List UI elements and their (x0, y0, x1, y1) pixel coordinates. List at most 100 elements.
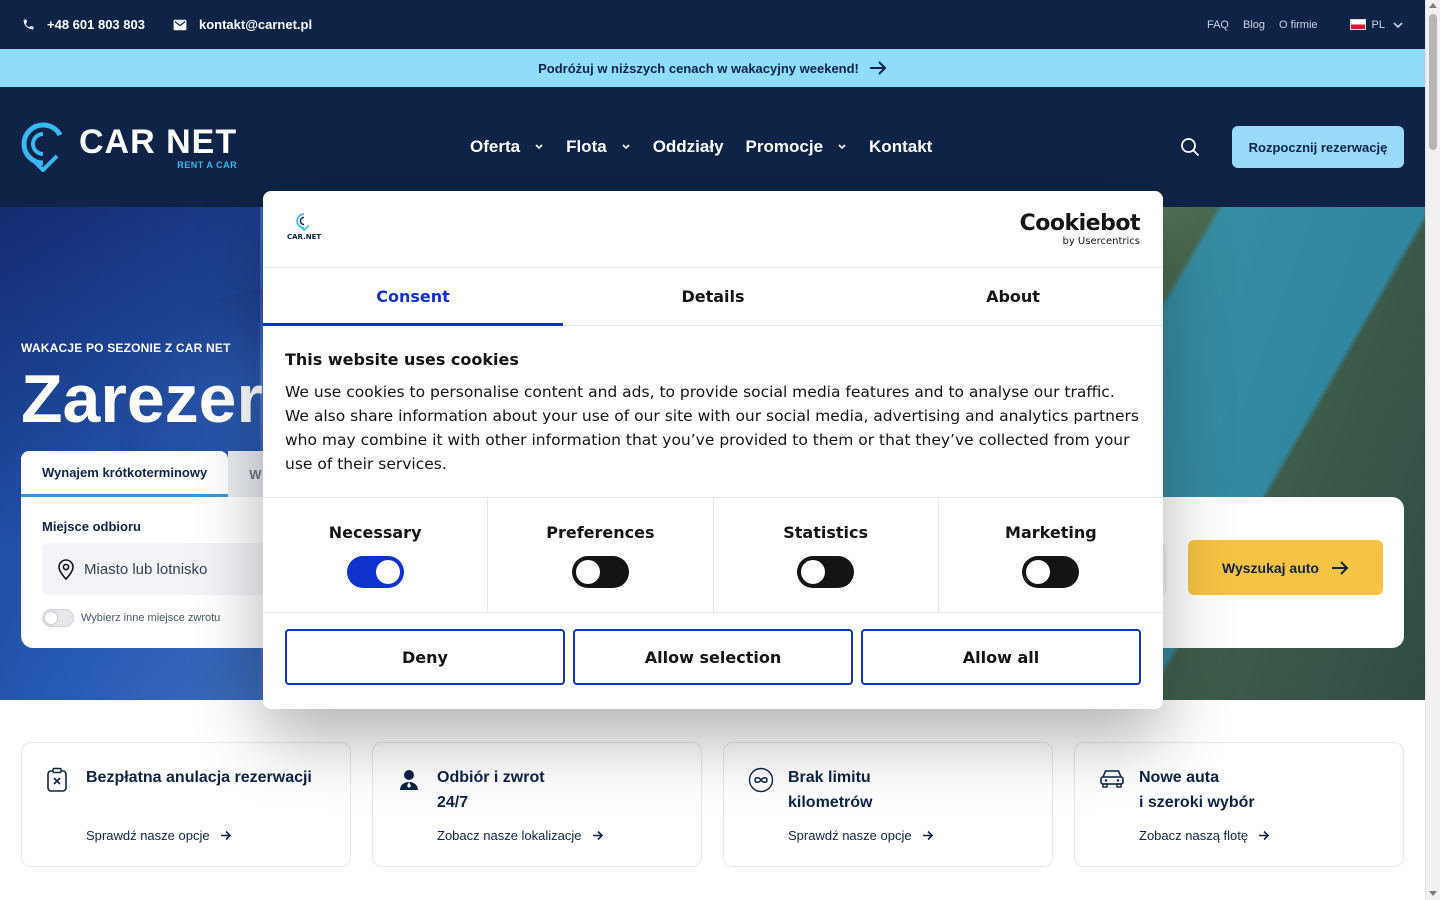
tab-details[interactable]: Details (563, 268, 863, 325)
nav-label: Flota (566, 137, 607, 156)
language-code: PL (1371, 18, 1385, 31)
features-row: Bezpłatna anulacja rezerwacji Sprawdź na… (21, 742, 1404, 867)
mail-icon (173, 19, 187, 30)
feature-card-pickup-return: Odbiór i zwrot 24/7 Zobacz nasze lokaliz… (372, 742, 702, 867)
email-address: kontakt@carnet.pl (198, 17, 313, 32)
cookie-tabs: Consent Details About (263, 268, 1163, 326)
feature-link[interactable]: Sprawdź nasze opcje (86, 828, 232, 843)
nav-item-branches[interactable]: Oddziały (653, 137, 724, 157)
tab-short-term[interactable]: Wynajem krótkoterminowy (21, 451, 229, 497)
nav-label: Oferta (470, 137, 521, 156)
cookie-body-text: We use cookies to personalise content an… (285, 383, 1139, 473)
carnet-logo[interactable]: CAR NET RENT A CAR (21, 122, 237, 172)
phone-icon (23, 19, 34, 30)
cookie-dialog-header: CAR.NET Cookiebot by Usercentrics (263, 191, 1163, 268)
feature-title: Odbiór i zwrot 24/7 (437, 769, 545, 811)
nav-item-contact[interactable]: Kontakt (869, 137, 932, 157)
pickup-label: Miejsce odbioru (42, 519, 141, 534)
faq-link[interactable]: FAQ (1207, 19, 1229, 31)
start-reservation-button[interactable]: Rozpocznij rezerwację (1232, 126, 1404, 168)
feature-title: Nowe auta i szeroki wybór (1139, 769, 1255, 811)
language-selector[interactable]: PL (1332, 19, 1403, 31)
arrow-right-icon (922, 830, 933, 841)
category-label: Marketing (1005, 523, 1097, 542)
nav-item-offer[interactable]: Oferta (470, 137, 544, 157)
feature-link-label: Sprawdź nasze opcje (86, 828, 210, 843)
marketing-toggle[interactable] (1022, 556, 1080, 588)
chevron-down-icon (622, 144, 630, 150)
return-switch[interactable] (42, 609, 74, 627)
main-nav: Oferta Flota Oddziały Promocje Kontakt (470, 87, 932, 207)
pickup-placeholder: Miasto lub lotnisko (84, 560, 208, 578)
return-toggle-label: Wybierz inne miejsce zwrotu (81, 612, 221, 624)
search-button[interactable] (1180, 137, 1200, 162)
chevron-down-icon (838, 144, 846, 150)
nav-item-promotions[interactable]: Promocje (746, 137, 847, 157)
feature-title: Brak limitu kilometrów (788, 769, 873, 811)
category-label: Statistics (783, 523, 868, 542)
deny-button[interactable]: Deny (285, 629, 565, 685)
blog-link[interactable]: Blog (1243, 19, 1265, 31)
cookie-actions: Deny Allow selection Allow all (263, 613, 1163, 701)
car-icon (1100, 770, 1124, 788)
statistics-toggle[interactable] (797, 556, 855, 588)
site-logo: CAR.NET (287, 213, 321, 241)
search-car-label: Wyszukaj auto (1222, 559, 1319, 576)
carnet-logo-icon (296, 213, 310, 231)
site-logo-text: CAR.NET (287, 233, 322, 241)
feature-link-label: Zobacz naszą flotę (1139, 828, 1249, 843)
cookie-categories: Necessary Preferences Statistics Marketi… (263, 498, 1163, 613)
scroll-down-arrow-icon[interactable] (1429, 891, 1437, 896)
top-contact-bar: +48 601 803 803 kontakt@carnet.pl FAQ Bl… (0, 0, 1425, 49)
nav-label: Promocje (745, 137, 824, 156)
about-company-link[interactable]: O firmie (1279, 19, 1318, 31)
tab-about[interactable]: About (863, 268, 1163, 325)
nav-item-fleet[interactable]: Flota (566, 137, 631, 157)
category-label: Necessary (328, 523, 422, 542)
infinity-icon (748, 767, 774, 793)
rental-type-tabs: Wynajem krótkoterminowy W (21, 451, 289, 497)
feature-link-label: Sprawdź nasze opcje (788, 828, 912, 843)
feature-link[interactable]: Zobacz naszą flotę (1139, 828, 1270, 843)
phone-number: +48 601 803 803 (47, 17, 145, 32)
cookiebot-brand[interactable]: Cookiebot by Usercentrics (1019, 211, 1141, 248)
email-contact[interactable]: kontakt@carnet.pl (173, 17, 312, 32)
agent-icon (400, 770, 418, 790)
scroll-up-arrow-icon[interactable] (1429, 3, 1437, 8)
feature-link[interactable]: Sprawdź nasze opcje (788, 828, 934, 843)
cookie-description: This website uses cookies We use cookies… (263, 326, 1163, 498)
location-pin-icon (58, 559, 74, 580)
tab-consent[interactable]: Consent (263, 268, 563, 326)
scrollbar-thumb[interactable] (1429, 14, 1437, 150)
category-marketing: Marketing (939, 498, 1163, 612)
main-header: CAR NET RENT A CAR Oferta Flota Oddziały… (0, 87, 1425, 207)
logo-wordmark: CAR NET (79, 122, 238, 161)
logo-tagline: RENT A CAR (177, 159, 238, 170)
category-label: Preferences (546, 523, 655, 542)
necessary-toggle[interactable] (346, 556, 404, 588)
arrow-right-icon (592, 830, 603, 841)
promo-text: Podróżuj w niższych cenach w wakacyjny w… (538, 60, 859, 76)
nav-label: Kontakt (869, 137, 933, 156)
search-icon (1181, 138, 1200, 157)
arrow-right-icon (1259, 830, 1270, 841)
category-statistics: Statistics (714, 498, 939, 612)
arrow-right-icon (220, 830, 231, 841)
poland-flag-icon (1349, 19, 1366, 30)
page-scrollbar[interactable] (1425, 0, 1440, 900)
arrow-right-icon (1332, 560, 1349, 575)
allow-all-button[interactable]: Allow all (861, 629, 1141, 685)
phone-contact[interactable]: +48 601 803 803 (22, 17, 145, 32)
feature-link[interactable]: Zobacz nasze lokalizacje (437, 828, 604, 843)
hero-kicker: WAKACJE PO SEZONIE Z CAR NET (21, 341, 231, 355)
search-car-button[interactable]: Wyszukaj auto (1188, 540, 1383, 595)
preferences-toggle[interactable] (571, 556, 629, 588)
different-return-toggle[interactable]: Wybierz inne miejsce zwrotu (42, 609, 220, 627)
cookiebot-wordmark: Cookiebot (1019, 211, 1141, 236)
cookiebot-byline: by Usercentrics (1062, 236, 1140, 247)
allow-selection-button[interactable]: Allow selection (573, 629, 853, 685)
feature-card-cancellation: Bezpłatna anulacja rezerwacji Sprawdź na… (21, 742, 351, 867)
carnet-logo-icon (21, 122, 63, 172)
promo-banner[interactable]: Podróżuj w niższych cenach w wakacyjny w… (0, 49, 1425, 87)
feature-card-new-cars: Nowe auta i szeroki wybór Zobacz naszą f… (1074, 742, 1404, 867)
